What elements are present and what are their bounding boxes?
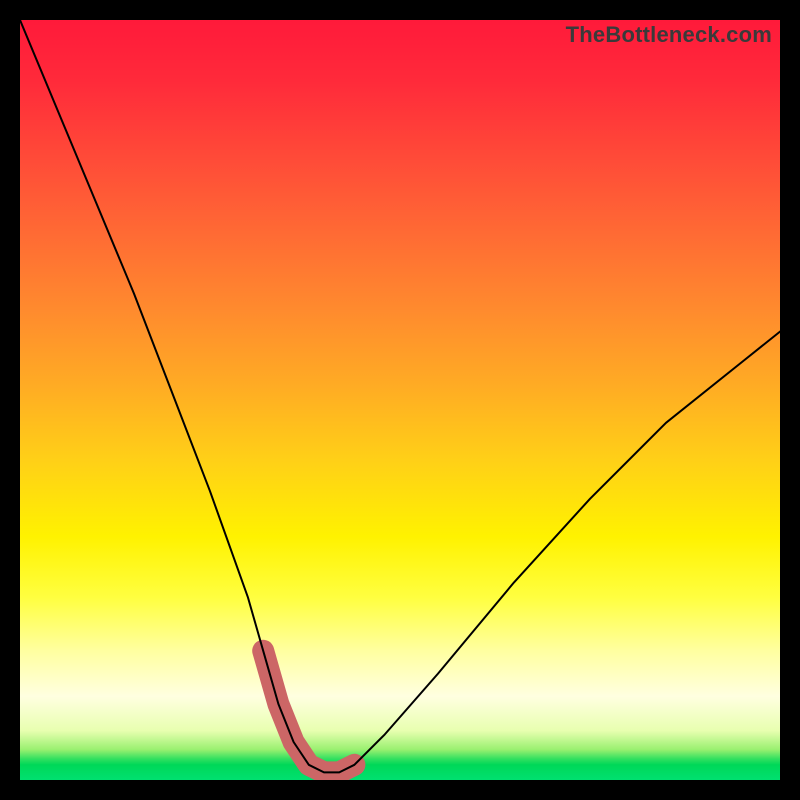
bottleneck-curve <box>20 20 780 780</box>
curve-line <box>20 20 780 772</box>
plot-area: TheBottleneck.com <box>20 20 780 780</box>
chart-frame: TheBottleneck.com <box>0 0 800 800</box>
watermark-text: TheBottleneck.com <box>566 22 772 48</box>
curve-highlight <box>263 651 354 773</box>
